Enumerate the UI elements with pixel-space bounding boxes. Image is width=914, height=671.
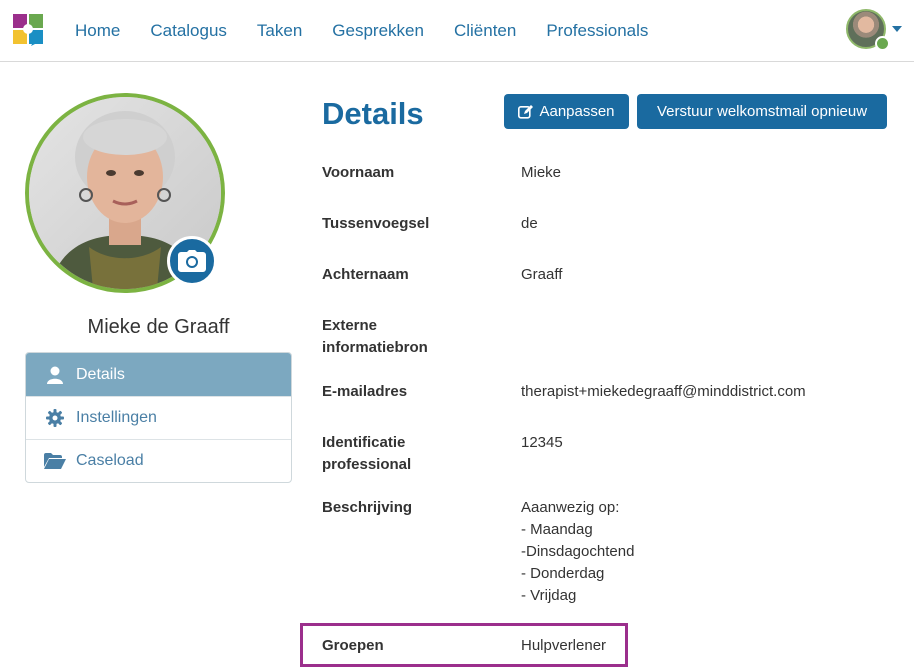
detail-value: 12345 <box>521 434 563 451</box>
detail-value: Aaanwezig op: - Maandag -Dinsdagochtend … <box>521 499 635 604</box>
gear-icon <box>44 407 66 429</box>
profile-name: Mieke de Graaff <box>87 316 230 338</box>
profile-side-menu: Details Instellingen Caseload <box>25 352 292 483</box>
sidebar-item-label: Instellingen <box>76 409 157 426</box>
sidebar-item-caseload[interactable]: Caseload <box>26 439 291 482</box>
detail-label: E-mailadres <box>322 383 408 400</box>
edit-button[interactable]: Aanpassen <box>504 94 629 129</box>
detail-label: Tussenvoegsel <box>322 215 430 232</box>
detail-value: de <box>521 215 538 232</box>
highlight-box <box>300 623 628 667</box>
detail-value: therapist+miekedegraaff@minddistrict.com <box>521 383 806 400</box>
nav-clienten[interactable]: Cliënten <box>439 21 531 41</box>
sidebar-item-label: Caseload <box>76 452 144 469</box>
detail-label: Beschrijving <box>322 499 413 516</box>
sidebar-item-label: Details <box>76 365 125 383</box>
sidebar-item-instellingen[interactable]: Instellingen <box>26 396 291 439</box>
detail-value: Mieke <box>521 164 562 181</box>
nav-home[interactable]: Home <box>60 21 135 41</box>
nav-professionals[interactable]: Professionals <box>531 21 663 41</box>
change-photo-button[interactable] <box>167 236 217 286</box>
detail-label: Identificatie professional <box>322 434 412 473</box>
nav-catalogus[interactable]: Catalogus <box>135 21 242 41</box>
user-avatar <box>846 9 890 51</box>
sidebar-item-details[interactable]: Details <box>26 353 291 396</box>
top-navigation-bar: Home Catalogus Taken Gesprekken Cliënten… <box>0 0 914 62</box>
detail-label: Externe informatiebron <box>322 317 428 356</box>
user-menu-toggle[interactable] <box>846 9 902 51</box>
camera-icon <box>178 250 206 272</box>
detail-value: Graaff <box>521 266 563 283</box>
page-title: Details <box>322 96 424 131</box>
detail-label: Achternaam <box>322 266 409 283</box>
resend-welcome-mail-button[interactable]: Verstuur welkomstmail opnieuw <box>637 94 887 129</box>
main-nav: Home Catalogus Taken Gesprekken Cliënten… <box>60 0 663 62</box>
edit-icon <box>518 105 534 119</box>
minddistrict-logo[interactable] <box>13 14 43 46</box>
detail-label: Voornaam <box>322 164 395 181</box>
folder-open-icon <box>44 450 66 472</box>
edit-button-label: Aanpassen <box>539 103 615 120</box>
resend-button-label: Verstuur welkomstmail opnieuw <box>656 103 868 120</box>
nav-taken[interactable]: Taken <box>242 21 317 41</box>
nav-gesprekken[interactable]: Gesprekken <box>317 21 439 41</box>
user-icon <box>44 364 66 386</box>
chevron-down-icon <box>892 26 902 32</box>
online-status-icon <box>875 36 890 51</box>
